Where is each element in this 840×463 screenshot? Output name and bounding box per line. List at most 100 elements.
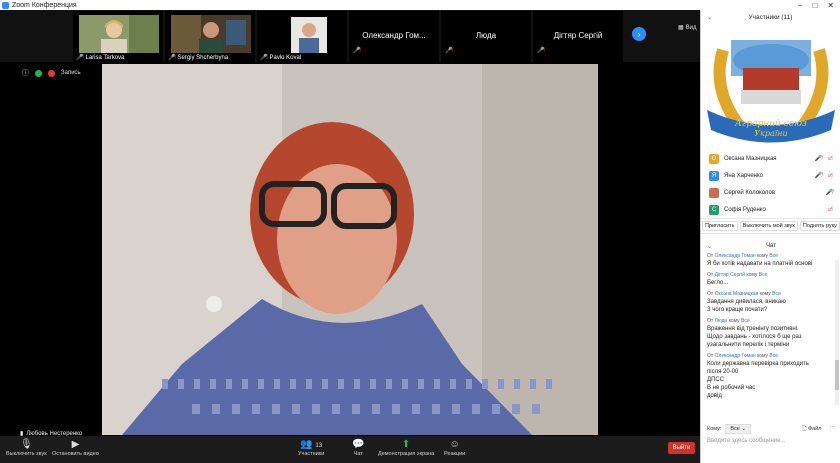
grid-icon: ▦ xyxy=(678,25,684,31)
participants-list: О Оксана Мазницкая 🎤̸ ▭̸ Я Яна Харченко 🎤… xyxy=(701,150,840,218)
share-screen-button[interactable]: ⬆ Демонстрация экрана xyxy=(378,438,434,457)
view-label: Вид xyxy=(685,24,697,31)
info-icon[interactable]: ⓘ xyxy=(22,68,29,78)
file-icon: 🗋 xyxy=(802,425,807,432)
reactions-label: Реакции xyxy=(444,451,466,457)
invite-button[interactable]: Пригласить xyxy=(702,221,738,231)
participants-header: ⌄ Участники (11) xyxy=(701,10,840,24)
chat-message: От Олександр Гоман кому Все Я би хотів на… xyxy=(707,253,833,268)
zoom-window: Zoom Конференция – □ ✕ 🎤̸Larisa Tarkova xyxy=(0,0,840,463)
chat-message: От Оксана Мазницкая кому Все Завдання див… xyxy=(707,291,833,314)
chevron-right-icon: › xyxy=(637,29,641,39)
recipient-select[interactable]: Все ⌄ xyxy=(725,424,752,434)
tile-name: Sergiy Shcherbyna xyxy=(177,54,229,61)
chat-header: ⌄ Чат xyxy=(701,240,840,252)
video-off-icon: ▭̸ xyxy=(827,156,833,162)
participants-button[interactable]: 👥 13 Участники xyxy=(298,438,324,457)
participant-row[interactable]: Сергей Колоколов 🎤̸ xyxy=(701,184,840,201)
more-icon[interactable]: ⋯ xyxy=(830,425,836,434)
people-icon: 👥 13 xyxy=(300,439,323,450)
mute-me-button[interactable]: Выключить мой звук xyxy=(739,221,798,231)
avatar xyxy=(709,187,719,198)
meeting-toolbar: 🎙 Выключить звук ▶ Остановить видео 👥 13… xyxy=(0,436,700,463)
recording-label: Запись xyxy=(61,70,81,76)
chat-message: От Олександр Гоман кому Все Коли державна… xyxy=(707,353,833,400)
shield-icon[interactable] xyxy=(35,69,42,77)
tile-name: Дігтяр Сергій xyxy=(553,31,603,40)
maximize-icon[interactable]: □ xyxy=(812,1,817,10)
next-page-button[interactable]: › xyxy=(632,27,646,41)
mic-muted-icon: 🎤̸ xyxy=(76,55,84,61)
message-sender: От Дігтяр Сергій кому Все xyxy=(707,272,768,278)
video-off-icon: ▭̸ xyxy=(827,173,833,179)
zoom-app-icon xyxy=(2,1,9,9)
reactions-button[interactable]: ☺ Реакции xyxy=(444,438,465,457)
share-screen-icon: ⬆ xyxy=(401,439,411,450)
close-icon[interactable]: ✕ xyxy=(827,1,834,10)
participant-row[interactable]: С Софія Руденко ▭̸ xyxy=(701,201,840,218)
avatar: О xyxy=(709,153,719,164)
stop-video-button[interactable]: ▶ Остановить видео xyxy=(52,438,99,457)
chat-scrollbar[interactable] xyxy=(835,260,839,405)
video-tile-digtiar[interactable]: Дігтяр Сергій 🎤̸ xyxy=(533,11,623,62)
video-tile-lyuda[interactable]: Люда 🎤̸ xyxy=(441,11,531,62)
participants-actions: Пригласить Выключить мой звук Поднять ру… xyxy=(701,218,840,234)
message-text: Бегло... xyxy=(707,280,729,286)
smiley-icon: ☺ xyxy=(449,439,460,450)
mic-muted-icon: 🎤̸ xyxy=(814,156,823,162)
mic-muted-icon: 🎤̸ xyxy=(814,173,823,179)
chat-input[interactable]: Введите здесь сообщение... xyxy=(707,438,835,444)
raise-hand-button[interactable]: Поднять руку xyxy=(799,221,840,231)
mic-muted-icon: 🎤̸ xyxy=(537,48,545,54)
agrarian-union-logo: Аграрний союз України xyxy=(707,40,835,143)
thumbnail-strip: 🎤̸ Larisa Tarkova 🎤̸ Sergiy Shcherbyna 🎤̸ P… xyxy=(0,10,700,62)
record-icon xyxy=(48,69,55,77)
window-title: Zoom Конференция xyxy=(12,1,77,9)
file-button[interactable]: 🗋 Файл xyxy=(802,425,822,434)
view-button[interactable]: ▦ Вид xyxy=(678,24,697,32)
leave-button[interactable]: Выйти xyxy=(668,442,695,454)
send-to-row: Кому: Все ⌄ 🗋 Файл ⋯ xyxy=(707,424,835,434)
participant-row[interactable]: О Оксана Мазницкая 🎤̸ ▭̸ xyxy=(701,150,840,167)
mic-muted-icon: 🎤̸ xyxy=(260,55,268,61)
mic-muted-icon: 🎤̸ xyxy=(445,48,453,54)
mic-muted-icon: 🎤̸ xyxy=(168,55,176,61)
video-off-icon: ▭̸ xyxy=(827,207,833,213)
title-bar: Zoom Конференция – □ ✕ xyxy=(0,0,840,10)
send-to-label: Кому: xyxy=(707,426,722,432)
participant-name: Яна Харченко xyxy=(724,172,763,179)
mute-button[interactable]: 🎙 Выключить звук xyxy=(6,438,47,457)
chat-messages: От Олександр Гоман кому Все Я би хотів на… xyxy=(707,253,833,404)
chat-label: Чат xyxy=(353,451,363,457)
participant-video xyxy=(79,15,159,53)
participant-name: Софія Руденко xyxy=(724,206,766,213)
participants-label: Участники xyxy=(298,451,325,457)
chat-button[interactable]: 💬 Чат xyxy=(352,438,364,457)
microphone-icon: 🎙 xyxy=(19,439,33,450)
message-text: Я би хотів надавати на платній основі xyxy=(707,261,813,267)
tile-name: Люда xyxy=(475,31,497,40)
participant-row[interactable]: Я Яна Харченко 🎤̸ ▭̸ xyxy=(701,167,840,184)
tile-name: Larisa Tarkova xyxy=(85,54,125,61)
video-tile-sergiy[interactable]: 🎤̸ Sergiy Shcherbyna xyxy=(165,11,255,62)
message-text: Завдання дивилася, вникаю З чого краще по… xyxy=(707,299,786,313)
chat-message: От Дігтяр Сергій кому Все Бегло... xyxy=(707,272,833,287)
active-speaker-video xyxy=(102,64,598,435)
share-label: Демонстрация экрана xyxy=(378,451,435,457)
video-label: Остановить видео xyxy=(52,451,99,457)
participants-title: Участники (11) xyxy=(748,13,793,21)
mic-muted-icon: 🎤̸ xyxy=(825,190,833,196)
mic-muted-icon: 🎤̸ xyxy=(353,48,361,54)
chat-bubble-icon: 💬 xyxy=(352,439,365,450)
video-tile-pavlo[interactable]: 🎤̸ Pavlo Koval xyxy=(257,11,347,62)
chevron-down-icon[interactable]: ⌄ xyxy=(707,14,712,21)
message-sender: От Олександр Гоман кому Все xyxy=(707,253,779,259)
chevron-down-icon[interactable]: ⌄ xyxy=(707,243,712,250)
scroll-thumb[interactable] xyxy=(835,360,839,390)
minimize-icon[interactable]: – xyxy=(798,1,802,10)
message-sender: От Люда кому Все xyxy=(707,318,750,324)
tile-name: Pavlo Koval xyxy=(269,54,302,61)
video-tile-larisa[interactable]: 🎤̸ Larisa Tarkova xyxy=(73,11,163,62)
video-tile-oleksandr[interactable]: Олександр Гом... 🎤̸ xyxy=(349,11,439,62)
right-panel: ⌄ Участники (11) Аграрний союз України О… xyxy=(700,10,840,463)
